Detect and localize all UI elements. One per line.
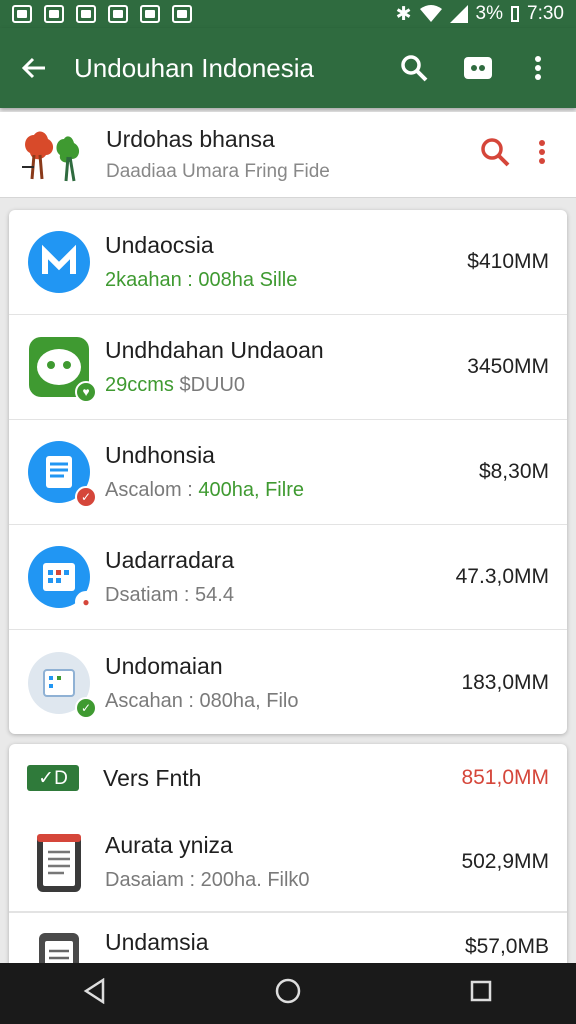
page-title: Undouhan Indonesia <box>74 52 314 83</box>
list-item[interactable]: Undaocsia 2kaahan : 008ha Sille $410MM <box>9 210 567 315</box>
clock: 7:30 <box>527 3 564 24</box>
item-subtitle: Dsatiam : 54.4 <box>105 584 234 606</box>
app-icon <box>464 57 492 79</box>
notes-app-icon <box>27 830 91 894</box>
overflow-menu-button[interactable] <box>514 44 562 92</box>
list-item[interactable]: ● Uadarradara Dsatiam : 54.4 47.3,0MM <box>9 525 567 630</box>
verified-badge-icon: ✓ <box>75 696 97 719</box>
list-item[interactable]: ✓ Undhonsia Ascalom : 400ha, Filre $8,30… <box>9 420 567 525</box>
nav-recents-button[interactable] <box>469 979 493 1008</box>
wifi-icon <box>419 5 442 22</box>
search-icon <box>481 138 510 167</box>
app-bar: Undouhan Indonesia <box>0 28 576 108</box>
list-item[interactable]: ♥ Undhdahan Undaoan 29ccms $DUU0 3450MM <box>9 315 567 420</box>
item-name: Aurata ynіza <box>105 831 233 858</box>
status-bar: ✱ 3% 7:30 <box>0 0 576 28</box>
notification-icon <box>172 5 192 23</box>
back-button[interactable] <box>10 44 58 92</box>
item-name: Uadarradara <box>105 547 235 573</box>
grid-app-icon: ✓ <box>27 651 97 719</box>
signal-icon <box>449 5 468 23</box>
item-size: $8,30M <box>478 460 549 483</box>
item-subtitle: Dasaiam : 200ha. Filk0 <box>105 868 310 891</box>
search-button[interactable] <box>390 44 438 92</box>
section-header[interactable]: ✓D Vers Fnth 851,0MM <box>9 744 567 812</box>
system-nav-bar <box>0 963 576 1024</box>
item-size: 47.3,0MM <box>455 565 549 588</box>
promo-title: Urdohas bhansa <box>106 126 275 152</box>
notification-icon <box>108 5 128 23</box>
battery-level: 3% <box>475 3 504 24</box>
item-size: $410MM <box>467 250 549 273</box>
more-vert-icon <box>535 56 541 80</box>
section-title: Vers Fnth <box>103 764 202 791</box>
item-size: 183,0MM <box>461 670 549 694</box>
item-name: Undomaian <box>105 652 223 679</box>
trees-logo-icon <box>22 131 80 181</box>
item-name: Undhonsia <box>105 442 215 468</box>
notification-icon <box>76 5 96 23</box>
document-app-icon: ✓ <box>27 440 97 508</box>
item-name: Undhdahan Undaoan <box>105 337 324 363</box>
promo-banner[interactable]: Urdohas bhansa Daadiaa Umara Fring Fide <box>0 112 576 198</box>
list-item[interactable]: Aurata ynіza Dasaiam : 200ha. Filk0 502,… <box>9 812 567 912</box>
notification-icon <box>12 5 32 23</box>
verified-badge-icon: ♥ <box>75 381 97 403</box>
item-size: $57,0MB <box>464 935 549 958</box>
app-icon <box>27 230 91 294</box>
search-icon <box>401 55 428 82</box>
item-name: Undaocsia <box>105 232 214 258</box>
badge-icon: ● <box>75 591 97 613</box>
section-card: ✓D Vers Fnth 851,0MM Aurata ynіza Dasaia… <box>9 744 567 984</box>
promo-more-button[interactable] <box>538 139 546 170</box>
verified-badge: ✓D <box>27 765 79 791</box>
section-size: 851,0MM <box>461 766 549 789</box>
alert-badge-icon: ✓ <box>75 486 97 508</box>
nav-home-button[interactable] <box>274 977 302 1010</box>
item-size: 502,9MM <box>461 849 549 873</box>
item-name: Undamsia <box>105 929 209 955</box>
file-list-card: Undaocsia 2kaahan : 008ha Sille $410MM ♥… <box>9 210 567 734</box>
more-vert-icon <box>539 140 545 164</box>
recents-square-icon <box>470 980 491 1002</box>
back-triangle-icon <box>84 977 105 1005</box>
bluetooth-icon: ✱ <box>395 3 412 25</box>
nav-back-button[interactable] <box>83 977 107 1009</box>
back-arrow-icon <box>21 57 45 79</box>
item-size: 3450MM <box>467 355 549 378</box>
notification-icon <box>44 5 64 23</box>
promo-subtitle: Daadiaa Umara Fring Fide <box>106 161 330 182</box>
item-subtitle: 29ccms $DUU0 <box>105 374 246 396</box>
item-subtitle: Ascalom : 400ha, Filre <box>105 479 304 501</box>
list-item[interactable]: ✓ Undomaian Ascahan : 080ha, Filo 183,0M… <box>9 630 567 734</box>
item-subtitle: 2kaahan : 008ha Sille <box>105 269 298 291</box>
item-subtitle: Ascahan : 080ha, Filo <box>105 689 299 712</box>
promo-search-button[interactable] <box>480 137 510 172</box>
calendar-app-icon: ● <box>27 545 97 613</box>
more-apps-button[interactable] <box>454 44 502 92</box>
notification-icon <box>140 5 160 23</box>
battery-icon <box>511 6 520 22</box>
home-circle-icon <box>275 978 301 1004</box>
chat-app-icon: ♥ <box>27 335 97 403</box>
